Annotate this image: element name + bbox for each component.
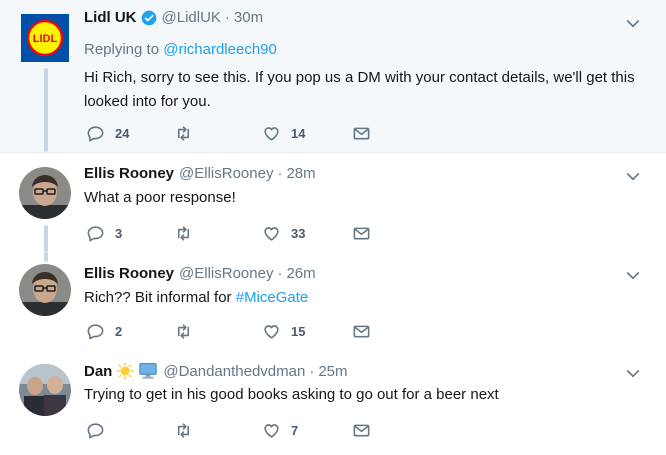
- thread-line: [44, 225, 48, 252]
- display-name[interactable]: Lidl UK: [84, 9, 137, 26]
- separator: ·: [309, 362, 315, 380]
- envelope-icon: [353, 424, 370, 437]
- tweet-actions: 7: [86, 421, 386, 443]
- replying-to-label: Replying to: [84, 41, 160, 58]
- avatar[interactable]: [19, 167, 71, 219]
- retweet-icon: [177, 226, 190, 241]
- retweet-button[interactable]: [174, 421, 203, 440]
- tweet-ellis-rooney-2[interactable]: Ellis Rooney @EllisRooney · 26m Rich?? B…: [0, 252, 666, 349]
- timestamp[interactable]: 30m: [234, 9, 263, 26]
- retweet-button[interactable]: [174, 322, 203, 341]
- timestamp[interactable]: 25m: [318, 363, 347, 380]
- user-handle[interactable]: @Dandanthedvdman: [163, 363, 305, 380]
- sun-emoji-icon: [116, 362, 134, 380]
- thread-line: [44, 252, 48, 262]
- tweet-header: Ellis Rooney @EllisRooney · 26m: [84, 265, 316, 282]
- envelope-icon: [353, 227, 370, 240]
- tweet-lidl-uk[interactable]: LIDL Lidl UK @LidlUK · 30m Replying to @…: [0, 0, 666, 153]
- tweet-header: Dan @Dandanthedvdman · 25m: [84, 362, 348, 380]
- direct-message-button[interactable]: [352, 124, 371, 143]
- avatar[interactable]: [19, 364, 71, 416]
- lidl-logo-icon: LIDL: [21, 14, 69, 62]
- ellis-rooney-avatar-photo: [19, 264, 71, 316]
- retweet-icon: [177, 126, 190, 141]
- tweet-actions: 3 33: [86, 224, 386, 246]
- computer-emoji-icon: [139, 363, 158, 379]
- replying-to-handle-link[interactable]: @richardleech90: [163, 41, 277, 58]
- chevron-down-icon[interactable]: [624, 15, 642, 33]
- tweet-ellis-rooney-1[interactable]: Ellis Rooney @EllisRooney · 28m What a p…: [0, 153, 666, 252]
- user-handle[interactable]: @LidlUK: [162, 9, 221, 26]
- tweet-text-prefix: Rich?? Bit informal for: [84, 289, 236, 306]
- verified-badge-icon: [141, 10, 156, 25]
- direct-message-button[interactable]: [352, 421, 371, 440]
- retweet-button[interactable]: [174, 124, 203, 143]
- timestamp[interactable]: 26m: [286, 265, 315, 282]
- reply-count: 3: [115, 226, 123, 241]
- display-name[interactable]: Ellis Rooney: [84, 265, 174, 282]
- reply-icon: [87, 324, 104, 340]
- heart-icon: [264, 325, 279, 339]
- display-name[interactable]: Dan: [84, 363, 112, 380]
- chevron-down-icon[interactable]: [624, 365, 642, 383]
- retweet-icon: [177, 324, 190, 339]
- tweet-actions: 24 14: [86, 124, 386, 146]
- avatar[interactable]: [19, 264, 71, 316]
- timestamp[interactable]: 28m: [286, 165, 315, 182]
- separator: ·: [277, 165, 283, 182]
- hashtag-link[interactable]: #MiceGate: [236, 289, 309, 306]
- thread-line: [44, 68, 48, 152]
- chevron-down-icon[interactable]: [624, 267, 642, 285]
- dan-avatar-photo: [19, 364, 71, 416]
- display-name[interactable]: Ellis Rooney: [84, 165, 174, 182]
- like-button[interactable]: 33: [262, 224, 305, 243]
- reply-button[interactable]: 24: [86, 124, 129, 143]
- like-count: 33: [291, 226, 306, 241]
- reply-button[interactable]: 2: [86, 322, 122, 341]
- like-button[interactable]: 15: [262, 322, 305, 341]
- chevron-down-icon[interactable]: [624, 168, 642, 186]
- svg-text:LIDL: LIDL: [33, 33, 58, 45]
- envelope-icon: [353, 325, 370, 338]
- tweet-text: Hi Rich, sorry to see this. If you pop u…: [84, 69, 635, 110]
- separator: ·: [224, 9, 230, 26]
- lidl-logo-avatar[interactable]: LIDL: [21, 14, 69, 62]
- replying-to: Replying to @richardleech90: [84, 41, 277, 58]
- user-handle[interactable]: @EllisRooney: [179, 165, 273, 182]
- user-handle[interactable]: @EllisRooney: [179, 265, 273, 282]
- retweet-icon: [177, 423, 190, 438]
- tweet-text: Trying to get in his good books asking t…: [84, 386, 499, 403]
- tweet-header: Lidl UK @LidlUK · 30m: [84, 9, 263, 26]
- ellis-rooney-avatar-photo: [19, 167, 71, 219]
- heart-icon: [264, 127, 279, 141]
- like-count: 15: [291, 324, 306, 339]
- like-count: 14: [291, 126, 306, 141]
- retweet-button[interactable]: [174, 224, 203, 243]
- heart-icon: [264, 424, 279, 438]
- reply-button[interactable]: 3: [86, 224, 122, 243]
- envelope-icon: [353, 127, 370, 140]
- heart-icon: [264, 227, 279, 241]
- tweet-dan[interactable]: Dan @Dandanthedvdman · 25m Trying to get…: [0, 349, 666, 455]
- like-count: 7: [291, 423, 299, 438]
- reply-icon: [87, 423, 104, 439]
- tweet-text: What a poor response!: [84, 189, 236, 206]
- separator: ·: [277, 265, 283, 282]
- direct-message-button[interactable]: [352, 224, 371, 243]
- tweet-text: Rich?? Bit informal for #MiceGate: [84, 286, 644, 310]
- tweet-header: Ellis Rooney @EllisRooney · 28m: [84, 165, 316, 182]
- like-button[interactable]: 14: [262, 124, 305, 143]
- reply-icon: [87, 126, 104, 142]
- reply-icon: [87, 226, 104, 242]
- direct-message-button[interactable]: [352, 322, 371, 341]
- reply-button[interactable]: [86, 421, 115, 440]
- like-button[interactable]: 7: [262, 421, 298, 440]
- reply-count: 24: [115, 126, 130, 141]
- reply-count: 2: [115, 324, 123, 339]
- tweet-actions: 2 15: [86, 322, 386, 344]
